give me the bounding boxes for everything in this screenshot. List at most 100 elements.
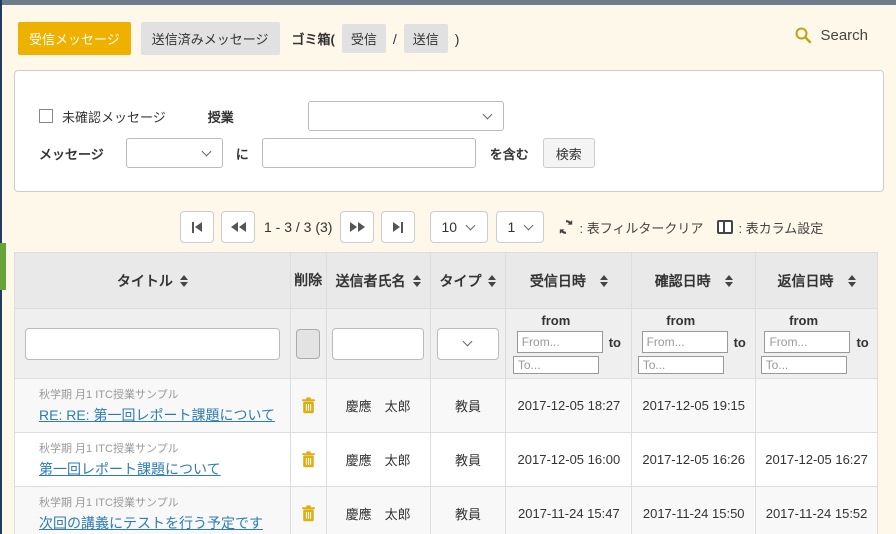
search-submit-button[interactable]: 検索 [543, 138, 595, 168]
replied-to-input[interactable] [761, 356, 847, 374]
search-icon [794, 26, 812, 44]
message-link[interactable]: 第一回レポート課題について [39, 459, 221, 479]
last-page-icon [401, 222, 403, 233]
message-keyword-input[interactable] [262, 138, 476, 168]
unconfirmed-checkbox[interactable] [39, 109, 53, 123]
sort-icon[interactable] [725, 275, 733, 287]
from-label: from [789, 313, 818, 328]
sender-filter-cell [327, 309, 431, 378]
replied-from-input[interactable] [764, 331, 850, 353]
sender-filter-input[interactable] [332, 328, 424, 360]
course-label: 秋学期 月1 ITC授業サンプル [39, 494, 179, 510]
table-columns-icon [717, 220, 733, 234]
class-select[interactable] [308, 101, 504, 131]
header-replied[interactable]: 返信日時 [756, 253, 878, 308]
search-button[interactable]: Search [794, 26, 868, 44]
trash-received-button[interactable]: 受信 [342, 24, 386, 53]
type-cell: 教員 [431, 487, 507, 534]
delete-filter-button[interactable] [296, 329, 320, 359]
page-size-select[interactable]: 10 [430, 211, 488, 243]
message-link[interactable]: RE: RE: 第一回レポート課題について [39, 405, 275, 425]
message-filter-panel: 未確認メッセージ 授業 メッセージ に を含む 検索 [14, 70, 884, 192]
trash-tab-group: ゴミ箱( 受信 / 送信 ) [292, 24, 460, 53]
unconfirmed-label: 未確認メッセージ [62, 107, 166, 126]
trash-icon[interactable] [301, 397, 316, 414]
replied-cell: 2017-11-24 15:52 [756, 487, 878, 534]
sort-icon[interactable] [413, 275, 421, 287]
message-title-cell: 秋学期 月1 ITC授業サンプル RE: RE: 第一回レポート課題について [15, 379, 291, 432]
sort-icon[interactable] [488, 275, 496, 287]
table-header-row: タイトル 削除 送信者氏名 タイプ 受信日時 確認日時 返信日時 [15, 253, 878, 309]
page-number-select[interactable]: 1 [496, 211, 544, 243]
course-label: 秋学期 月1 ITC授業サンプル [39, 440, 179, 456]
header-sender[interactable]: 送信者氏名 [327, 253, 431, 308]
clear-table-filter-label: : 表フィルタークリア [579, 218, 703, 237]
tab-received-messages[interactable]: 受信メッセージ [18, 22, 131, 55]
trash-sent-button[interactable]: 送信 [404, 24, 448, 53]
header-replied-label: 返信日時 [778, 271, 834, 291]
title-filter-cell [15, 309, 291, 378]
to-label: to [609, 335, 621, 350]
header-confirmed[interactable]: 確認日時 [632, 253, 756, 308]
sort-icon[interactable] [180, 275, 188, 287]
replied-cell [756, 379, 878, 432]
filter-row-2: メッセージ に を含む 検索 [39, 138, 859, 168]
trash-icon[interactable] [301, 505, 316, 522]
sender-cell: 慶應 太郎 [327, 433, 431, 486]
table-row: 秋学期 月1 ITC授業サンプル RE: RE: 第一回レポート課題について 慶… [15, 379, 878, 433]
replied-cell: 2017-12-05 16:27 [756, 433, 878, 486]
table-row: 秋学期 月1 ITC授業サンプル 第一回レポート課題について 慶應 太郎 教員 … [15, 433, 878, 487]
header-confirmed-label: 確認日時 [655, 271, 711, 291]
tab-sent-messages[interactable]: 送信済みメッセージ [141, 22, 280, 55]
received-cell: 2017-12-05 16:00 [506, 433, 632, 486]
message-label: メッセージ [39, 144, 104, 163]
message-title-cell: 秋学期 月1 ITC授業サンプル 次回の講義にテストを行う予定です [15, 487, 291, 534]
header-type[interactable]: タイプ [431, 253, 507, 308]
next-page-icon [358, 222, 365, 232]
next-page-button[interactable] [340, 211, 374, 243]
chevron-down-icon [524, 220, 534, 230]
header-received[interactable]: 受信日時 [506, 253, 632, 308]
first-page-button[interactable] [180, 211, 214, 243]
to-label: to [856, 335, 868, 350]
first-page-icon [195, 222, 202, 232]
prev-page-button[interactable] [221, 211, 255, 243]
received-to-input[interactable] [513, 356, 599, 374]
sort-icon[interactable] [600, 275, 608, 287]
title-filter-input[interactable] [25, 328, 280, 360]
column-settings-control[interactable]: : 表カラム設定 [717, 218, 823, 237]
type-cell: 教員 [431, 433, 507, 486]
type-cell: 教員 [431, 379, 507, 432]
clear-table-filter-control[interactable]: : 表フィルタークリア [558, 218, 703, 237]
confirmed-cell: 2017-12-05 16:26 [632, 433, 756, 486]
contains-label: を含む [490, 144, 529, 163]
message-field-select[interactable] [126, 138, 223, 168]
header-sender-label: 送信者氏名 [336, 271, 406, 291]
trash-icon[interactable] [301, 451, 316, 468]
type-filter-select[interactable] [437, 328, 499, 360]
chevron-down-icon [466, 220, 476, 230]
page-range-label: 1 - 3 / 3 (3) [264, 219, 332, 235]
sender-cell: 慶應 太郎 [327, 487, 431, 534]
header-title[interactable]: タイトル [15, 253, 291, 308]
to-label: to [734, 335, 746, 350]
next-page-icon [350, 222, 357, 232]
received-from-input[interactable] [517, 331, 603, 353]
message-link[interactable]: 次回の講義にテストを行う予定です [39, 513, 263, 533]
filter-row-1: 未確認メッセージ 授業 [39, 101, 859, 131]
trash-separator: / [393, 31, 397, 47]
confirmed-to-input[interactable] [638, 356, 724, 374]
window-top-edge [0, 0, 896, 5]
chevron-down-icon [463, 337, 473, 347]
table-row: 秋学期 月1 ITC授業サンプル 次回の講義にテストを行う予定です 慶應 太郎 … [15, 487, 878, 534]
confirmed-cell: 2017-12-05 19:15 [632, 379, 756, 432]
sort-icon[interactable] [848, 275, 856, 287]
received-cell: 2017-11-24 15:47 [506, 487, 632, 534]
confirmed-from-input[interactable] [642, 331, 728, 353]
course-label: 秋学期 月1 ITC授業サンプル [39, 386, 179, 402]
last-page-button[interactable] [381, 211, 415, 243]
last-page-icon [393, 222, 400, 232]
delete-filter-cell [291, 309, 327, 378]
prev-page-icon [239, 222, 246, 232]
delete-cell [291, 379, 327, 432]
